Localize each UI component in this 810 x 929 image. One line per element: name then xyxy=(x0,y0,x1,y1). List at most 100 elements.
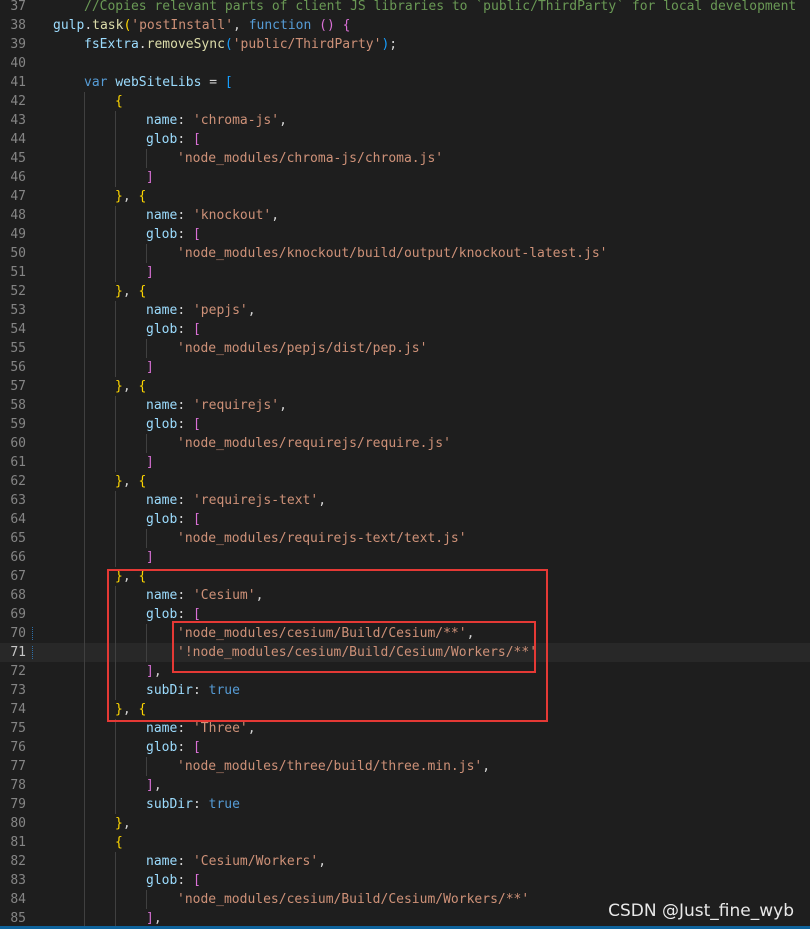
code-text[interactable]: fsExtra.removeSync('public/ThirdParty'); xyxy=(84,35,397,54)
code-text[interactable]: 'node_modules/knockout/build/output/knoc… xyxy=(177,244,607,263)
code-text[interactable]: glob: [ xyxy=(146,871,201,890)
line-number: 51 xyxy=(10,265,26,280)
code-line[interactable]: 44 glob: [ xyxy=(0,130,810,149)
code-line[interactable]: 80}, xyxy=(0,814,810,833)
code-line[interactable]: 59 glob: [ xyxy=(0,415,810,434)
code-token: name xyxy=(146,721,178,736)
code-text[interactable]: }, { xyxy=(115,377,146,396)
code-token: : xyxy=(177,398,193,413)
code-token: 'node_modules/cesium/Build/Cesium/Worker… xyxy=(177,892,530,907)
code-text[interactable]: }, { xyxy=(115,187,146,206)
code-token: : xyxy=(177,721,193,736)
code-line[interactable]: 61] xyxy=(0,453,810,472)
code-line[interactable]: 64 glob: [ xyxy=(0,510,810,529)
code-line[interactable]: 43 name: 'chroma-js', xyxy=(0,111,810,130)
code-line[interactable]: 83 glob: [ xyxy=(0,871,810,890)
code-text[interactable]: }, { xyxy=(115,282,146,301)
code-text[interactable]: name: 'pepjs', xyxy=(146,301,256,320)
line-number: 66 xyxy=(10,550,26,565)
code-line[interactable]: 81 { xyxy=(0,833,810,852)
code-token: ] xyxy=(146,778,154,793)
code-text[interactable]: ] xyxy=(146,548,154,567)
code-text[interactable]: 'node_modules/requirejs/require.js' xyxy=(177,434,451,453)
code-line[interactable]: 40 xyxy=(0,54,810,73)
code-text[interactable]: glob: [ xyxy=(146,130,201,149)
code-text[interactable]: }, { xyxy=(115,472,146,491)
code-text[interactable]: name: 'requirejs', xyxy=(146,396,287,415)
code-line[interactable]: 54 glob: [ xyxy=(0,320,810,339)
code-text[interactable]: gulp.task('postInstall', function () { xyxy=(53,16,350,35)
code-line[interactable]: 47}, { xyxy=(0,187,810,206)
code-line[interactable]: 45 'node_modules/chroma-js/chroma.js' xyxy=(0,149,810,168)
code-line[interactable]: 57}, { xyxy=(0,377,810,396)
indent-guide xyxy=(115,111,116,130)
code-line[interactable]: 62}, { xyxy=(0,472,810,491)
code-line[interactable]: 37 //Copies relevant parts of client JS l… xyxy=(0,0,810,16)
code-line[interactable]: 77 'node_modules/three/build/three.min.js… xyxy=(0,757,810,776)
code-text[interactable]: subDir: true xyxy=(146,795,240,814)
indent-guide xyxy=(84,415,85,434)
indent-guide xyxy=(84,225,85,244)
code-line[interactable]: 48 name: 'knockout', xyxy=(0,206,810,225)
code-line[interactable]: 53 name: 'pepjs', xyxy=(0,301,810,320)
code-line[interactable]: 63 name: 'requirejs-text', xyxy=(0,491,810,510)
code-line[interactable]: 38 gulp.task('postInstall', function () { xyxy=(0,16,810,35)
code-line[interactable]: 65 'node_modules/requirejs-text/text.js' xyxy=(0,529,810,548)
code-text[interactable]: name: 'chroma-js', xyxy=(146,111,287,130)
code-text[interactable]: ] xyxy=(146,358,154,377)
code-text[interactable]: ] xyxy=(146,453,154,472)
code-editor[interactable]: 37 //Copies relevant parts of client JS l… xyxy=(0,0,810,928)
indent-guide xyxy=(84,738,85,757)
code-text[interactable]: }, xyxy=(115,814,131,833)
code-line[interactable]: 79 subDir: true xyxy=(0,795,810,814)
code-text[interactable]: ] xyxy=(146,263,154,282)
code-text[interactable]: glob: [ xyxy=(146,415,201,434)
indent-guide xyxy=(115,168,116,187)
indent-guide xyxy=(84,567,85,586)
code-line[interactable]: 60 'node_modules/requirejs/require.js' xyxy=(0,434,810,453)
code-text[interactable]: 'node_modules/three/build/three.min.js', xyxy=(177,757,490,776)
code-text[interactable]: glob: [ xyxy=(146,320,201,339)
code-text[interactable]: glob: [ xyxy=(146,225,201,244)
code-token: : xyxy=(177,873,193,888)
code-line[interactable]: 52}, { xyxy=(0,282,810,301)
code-token: //Copies relevant parts of client JS lib… xyxy=(84,0,797,14)
code-text[interactable]: glob: [ xyxy=(146,738,201,757)
code-text[interactable]: { xyxy=(115,92,123,111)
code-text[interactable]: var webSiteLibs = [ xyxy=(84,73,233,92)
code-text[interactable]: name: 'requirejs-text', xyxy=(146,491,326,510)
code-text[interactable]: ] xyxy=(146,168,154,187)
code-text[interactable]: glob: [ xyxy=(146,510,201,529)
line-number: 56 xyxy=(10,360,26,375)
code-text[interactable]: 'node_modules/chroma-js/chroma.js' xyxy=(177,149,443,168)
code-line[interactable]: 58 name: 'requirejs', xyxy=(0,396,810,415)
code-line[interactable]: 78], xyxy=(0,776,810,795)
code-token: name xyxy=(146,303,178,318)
code-line[interactable]: 82 name: 'Cesium/Workers', xyxy=(0,852,810,871)
code-line[interactable]: 50 'node_modules/knockout/build/output/kn… xyxy=(0,244,810,263)
code-line[interactable]: 39 fsExtra.removeSync('public/ThirdParty'… xyxy=(0,35,810,54)
code-line[interactable]: 66] xyxy=(0,548,810,567)
code-line[interactable]: 49 glob: [ xyxy=(0,225,810,244)
code-line[interactable]: 46] xyxy=(0,168,810,187)
code-token: glob xyxy=(146,417,178,432)
code-line[interactable]: 76 glob: [ xyxy=(0,738,810,757)
indent-guide xyxy=(115,757,116,776)
code-text[interactable]: 'node_modules/pepjs/dist/pep.js' xyxy=(177,339,427,358)
code-line[interactable]: 42 { xyxy=(0,92,810,111)
indent-guide xyxy=(84,130,85,149)
code-line[interactable]: 51] xyxy=(0,263,810,282)
code-text[interactable]: name: 'Cesium/Workers', xyxy=(146,852,326,871)
code-text[interactable]: { xyxy=(115,833,123,852)
code-text[interactable]: name: 'knockout', xyxy=(146,206,279,225)
code-text[interactable]: //Copies relevant parts of client JS lib… xyxy=(84,0,796,16)
code-line[interactable]: 41 var webSiteLibs = [ xyxy=(0,73,810,92)
code-text[interactable]: ], xyxy=(146,776,162,795)
code-token: : xyxy=(177,208,193,223)
code-line[interactable]: 56] xyxy=(0,358,810,377)
code-text[interactable]: 'node_modules/cesium/Build/Cesium/Worker… xyxy=(177,890,529,909)
code-text[interactable]: 'node_modules/requirejs-text/text.js' xyxy=(177,529,467,548)
code-token: 'Three' xyxy=(192,721,248,736)
line-number: 59 xyxy=(10,417,26,432)
code-line[interactable]: 55 'node_modules/pepjs/dist/pep.js' xyxy=(0,339,810,358)
